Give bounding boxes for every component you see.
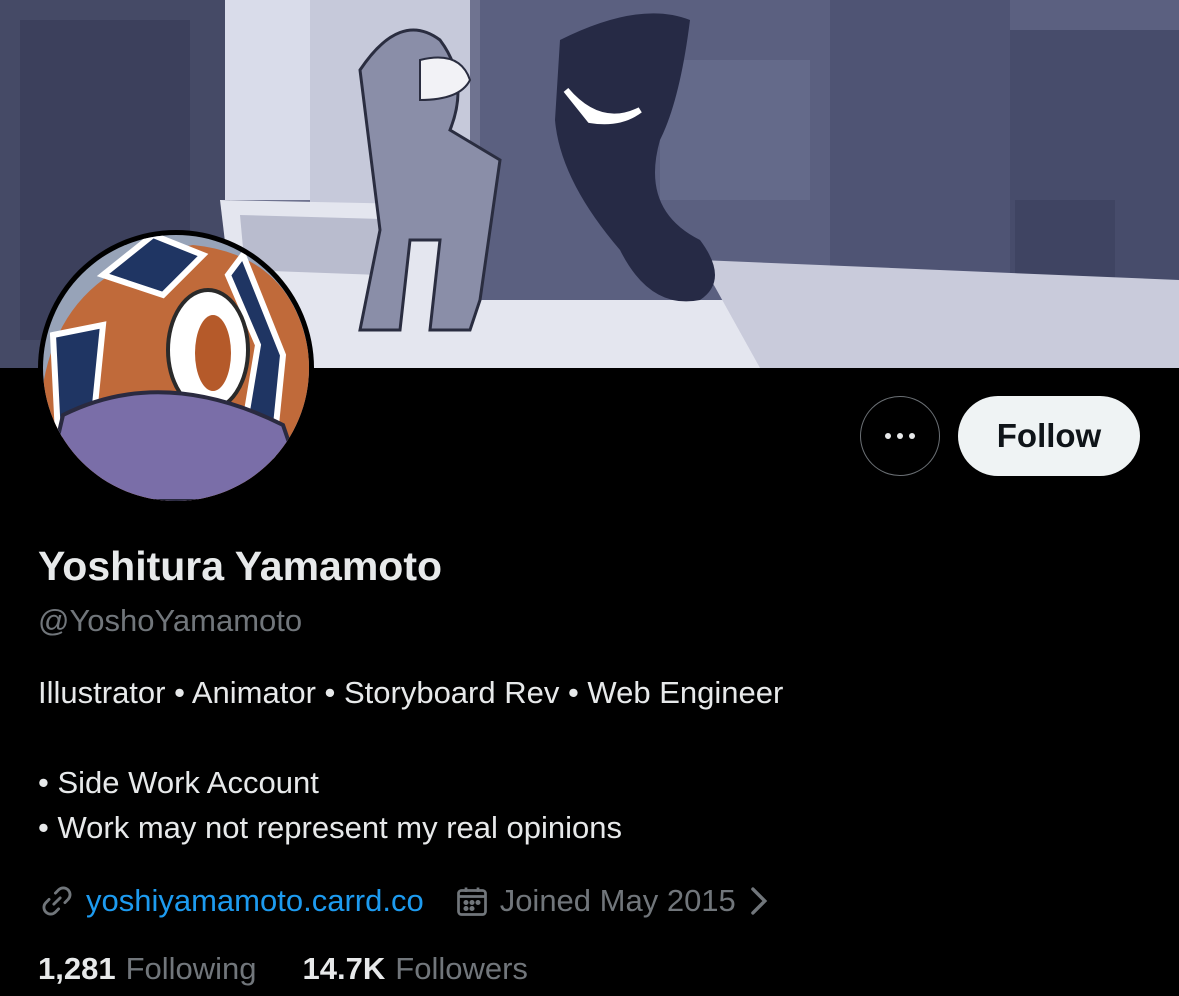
website-link[interactable]: yoshiyamamoto.carrd.co [86, 883, 424, 919]
calendar-icon [454, 883, 490, 919]
following-link[interactable]: 1,281 Following [38, 951, 257, 987]
ellipsis-icon [885, 433, 915, 439]
follow-button[interactable]: Follow [958, 396, 1140, 476]
chevron-right-icon[interactable] [746, 884, 770, 918]
display-name: Yoshitura Yamamoto [38, 543, 443, 589]
followers-count: 14.7K [302, 951, 386, 986]
following-count: 1,281 [38, 951, 116, 986]
bio-line: • Work may not represent my real opinion… [38, 810, 623, 845]
joined-date: Joined May 2015 [499, 883, 736, 918]
avatar[interactable] [38, 230, 314, 506]
link-icon [38, 882, 76, 920]
follow-stats: 1,281 Following 14.7K Followers [38, 951, 528, 987]
followers-label: Followers [395, 951, 528, 986]
bio-line: Illustrator • Animator • Storyboard Rev … [38, 675, 784, 710]
following-label: Following [125, 951, 257, 986]
more-options-button[interactable] [860, 396, 940, 476]
profile-meta: yoshiyamamoto.carrd.co Joined May 2015 [38, 878, 770, 924]
followers-link[interactable]: 14.7K Followers [303, 951, 528, 987]
user-handle: @YoshoYamamoto [38, 603, 303, 638]
bio-line: • Side Work Account [38, 765, 319, 800]
